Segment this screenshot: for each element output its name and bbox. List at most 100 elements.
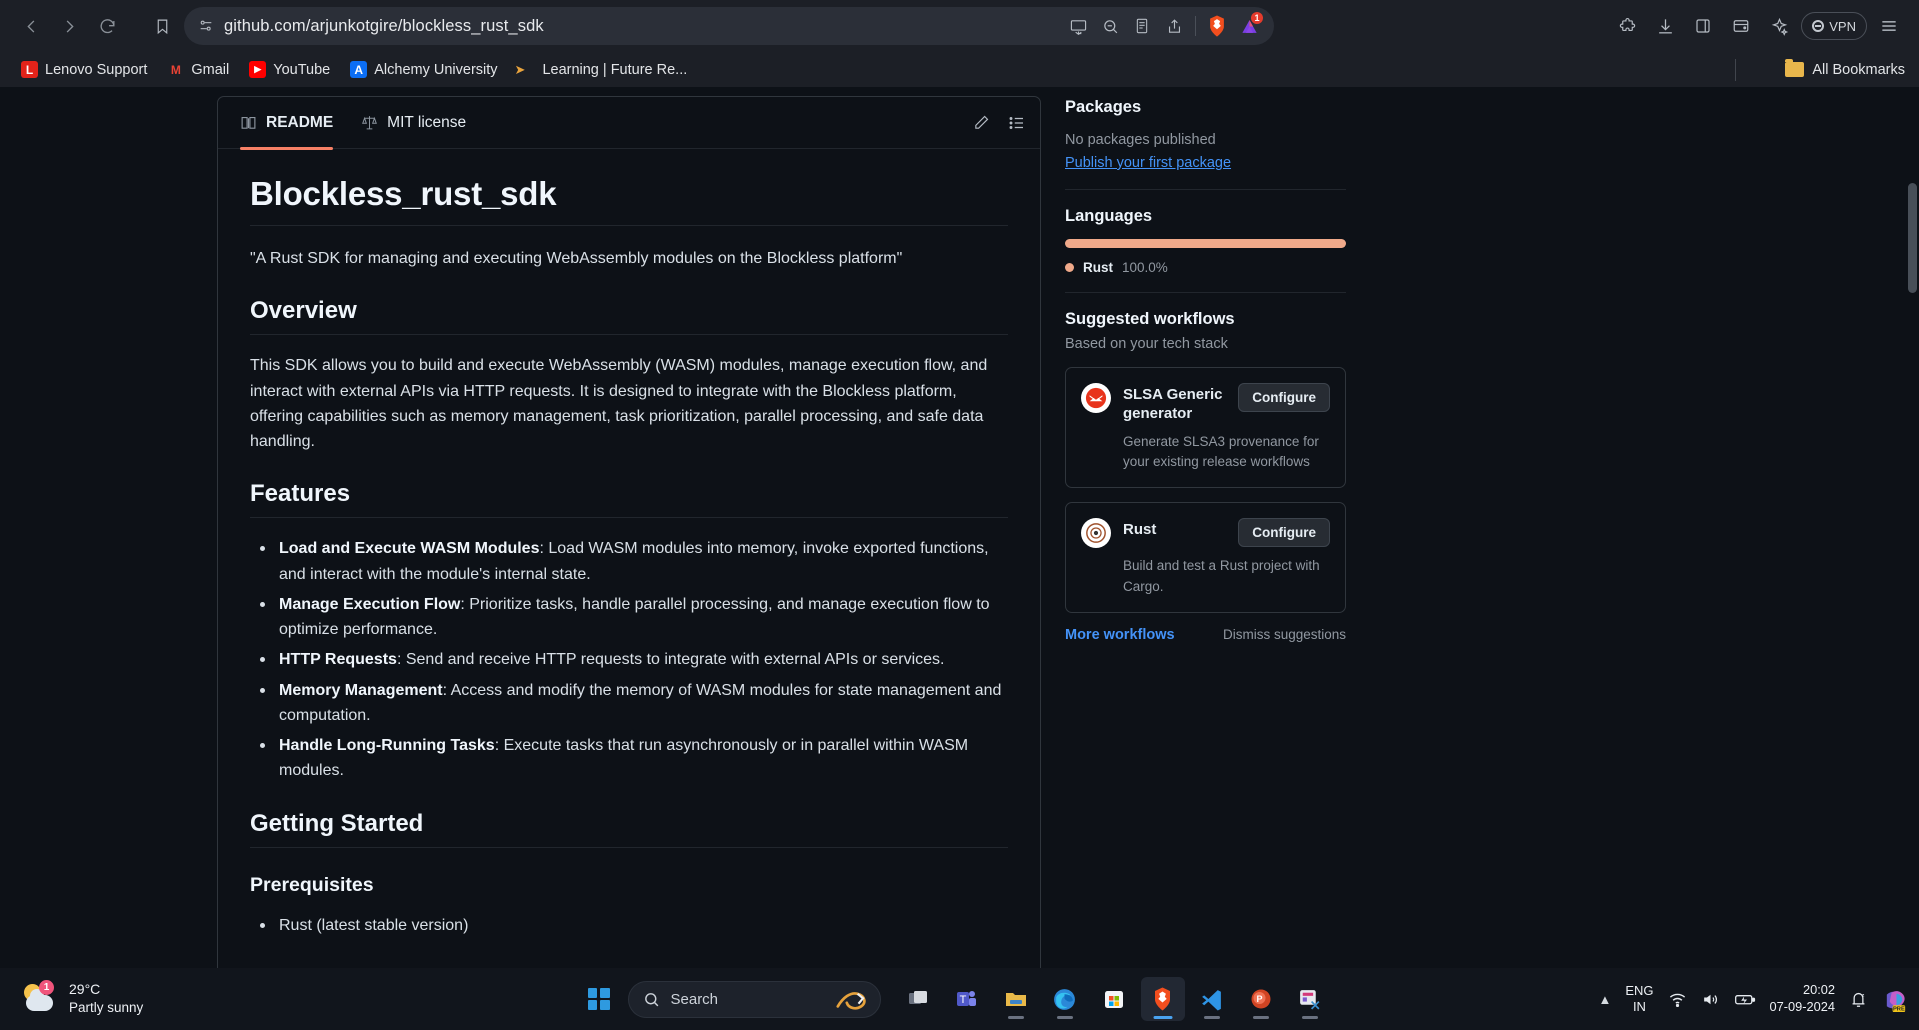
configure-button-slsa[interactable]: Configure bbox=[1238, 382, 1330, 412]
feature-term: Handle Long-Running Tasks bbox=[279, 737, 495, 755]
more-workflows-link[interactable]: More workflows bbox=[1065, 627, 1175, 643]
taskbar-app-snipping-tool[interactable] bbox=[1288, 977, 1332, 1021]
packages-empty-text: No packages published bbox=[1065, 132, 1216, 148]
getting-started-heading: Getting Started bbox=[250, 810, 1008, 848]
features-heading: Features bbox=[250, 480, 1008, 519]
tagline-text: "A Rust SDK for managing and executing W… bbox=[250, 250, 903, 267]
workflow-name: SLSA Generic generator bbox=[1123, 385, 1223, 423]
feature-term: Memory Management bbox=[279, 681, 443, 699]
svg-text:PRE: PRE bbox=[1893, 1006, 1905, 1012]
clock-time: 20:02 bbox=[1802, 982, 1835, 998]
sidebar-toggle-icon[interactable] bbox=[1687, 10, 1719, 42]
list-item: Load and Execute WASM Modules: Load WASM… bbox=[250, 536, 1008, 587]
bookmark-label: Gmail bbox=[191, 61, 230, 78]
packages-title: Packages bbox=[1065, 98, 1142, 116]
url-text[interactable]: github.com/arjunkotgire/blockless_rust_s… bbox=[224, 17, 1053, 36]
taskbar-app-powerpoint[interactable]: P bbox=[1239, 977, 1283, 1021]
browser-menu-icon[interactable] bbox=[1873, 10, 1905, 42]
wallet-icon[interactable] bbox=[1725, 10, 1757, 42]
address-bar[interactable]: github.com/arjunkotgire/blockless_rust_s… bbox=[184, 7, 1274, 45]
extensions-icon[interactable] bbox=[1611, 10, 1643, 42]
edit-pencil-icon[interactable] bbox=[973, 114, 990, 131]
app-running-indicator bbox=[1153, 1016, 1172, 1019]
folder-icon bbox=[1785, 59, 1805, 77]
cast-icon[interactable] bbox=[1063, 11, 1093, 41]
list-item: Memory Management: Access and modify the… bbox=[250, 678, 1008, 729]
copilot-icon[interactable]: PRE bbox=[1882, 986, 1909, 1013]
language-row-rust[interactable]: Rust 100.0% bbox=[1065, 260, 1346, 275]
all-bookmarks-button[interactable]: All Bookmarks bbox=[1785, 59, 1905, 78]
bookmark-alchemy-university[interactable]: A Alchemy University bbox=[341, 57, 506, 82]
vpn-button[interactable]: VPN bbox=[1801, 12, 1867, 40]
bookmark-learning-future[interactable]: Learning | Future Re... bbox=[533, 58, 696, 82]
workflows-footer: More workflows Dismiss suggestions bbox=[1065, 627, 1346, 643]
start-button[interactable] bbox=[587, 988, 610, 1010]
taskbar-app-file-explorer[interactable] bbox=[994, 977, 1038, 1021]
page-scrollbar[interactable] bbox=[1906, 87, 1919, 968]
all-bookmarks-label: All Bookmarks bbox=[1812, 61, 1905, 78]
clock[interactable]: 20:02 07-09-2024 bbox=[1770, 982, 1835, 1015]
feature-term: Manage Execution Flow bbox=[279, 595, 461, 613]
taskbar-app-microsoft-teams[interactable]: T bbox=[945, 977, 989, 1021]
gmail-icon: M bbox=[170, 62, 181, 77]
taskbar-app-task-view[interactable] bbox=[896, 977, 940, 1021]
show-hidden-icons-chevron-icon[interactable]: ▲ bbox=[1598, 992, 1611, 1007]
features-list: Load and Execute WASM Modules: Load WASM… bbox=[250, 536, 1008, 783]
omnibox-actions: 1 bbox=[1063, 11, 1264, 41]
bookmark-youtube[interactable]: ▶ YouTube bbox=[240, 57, 339, 82]
taskbar-app-microsoft-store[interactable] bbox=[1092, 977, 1136, 1021]
search-input[interactable]: Search bbox=[627, 980, 881, 1018]
bookmark-icon[interactable] bbox=[146, 10, 178, 42]
brave-shields-icon[interactable] bbox=[1202, 11, 1232, 41]
scrollbar-thumb[interactable] bbox=[1908, 183, 1917, 293]
bookmark-lenovo-support[interactable]: L Lenovo Support bbox=[12, 57, 156, 82]
tab-mit-license[interactable]: MIT license bbox=[347, 97, 480, 149]
overview-heading: Overview bbox=[250, 297, 1008, 336]
outline-list-icon[interactable] bbox=[1008, 114, 1026, 132]
share-icon[interactable] bbox=[1159, 11, 1189, 41]
bookmark-label: YouTube bbox=[273, 61, 331, 78]
taskbar-app-visual-studio-code[interactable] bbox=[1190, 977, 1234, 1021]
wifi-icon[interactable] bbox=[1668, 990, 1687, 1009]
language-percent: 100.0% bbox=[1122, 259, 1168, 275]
publish-package-link[interactable]: Publish your first package bbox=[1065, 155, 1231, 171]
feature-term: Load and Execute WASM Modules bbox=[279, 540, 540, 558]
configure-button-rust[interactable]: Configure bbox=[1238, 518, 1330, 548]
notifications-bell-icon[interactable]: z bbox=[1849, 990, 1868, 1009]
downloads-icon[interactable] bbox=[1649, 10, 1681, 42]
back-button[interactable] bbox=[14, 9, 48, 43]
battery-icon[interactable] bbox=[1734, 990, 1756, 1009]
readme-card: README MIT license Blockless_rust_sdk "A… bbox=[217, 96, 1041, 968]
reading-list-icon[interactable] bbox=[1127, 11, 1157, 41]
reload-button[interactable] bbox=[90, 9, 124, 43]
page-content: README MIT license Blockless_rust_sdk "A… bbox=[0, 87, 1919, 968]
taskbar-app-brave-browser[interactable] bbox=[1140, 977, 1185, 1021]
weather-widget[interactable]: 1 29°C Partly sunny bbox=[0, 979, 143, 1016]
windows-taskbar: 1 29°C Partly sunny Search T P ▲ ENG IN … bbox=[0, 968, 1919, 1030]
app-running-indicator bbox=[1056, 1016, 1073, 1019]
tab-readme[interactable]: README bbox=[226, 97, 347, 150]
volume-icon[interactable] bbox=[1701, 990, 1720, 1009]
taskbar-app-microsoft-edge[interactable] bbox=[1043, 977, 1087, 1021]
toolbar-divider bbox=[1195, 16, 1196, 36]
weather-temp: 29°C bbox=[69, 981, 101, 998]
language-bar[interactable] bbox=[1065, 238, 1346, 248]
language-indicator[interactable]: ENG IN bbox=[1625, 983, 1653, 1016]
dismiss-suggestions-link[interactable]: Dismiss suggestions bbox=[1223, 627, 1346, 642]
cursor-swirl-icon bbox=[835, 991, 866, 1010]
forward-button[interactable] bbox=[52, 9, 86, 43]
tab-label: README bbox=[266, 113, 334, 131]
zoom-out-icon[interactable] bbox=[1095, 11, 1125, 41]
search-placeholder: Search bbox=[670, 990, 719, 1008]
prerequisite-text: Rust (latest stable version) bbox=[279, 916, 469, 934]
workflow-description: Build and test a Rust project with Cargo… bbox=[1123, 558, 1320, 594]
vpn-status-icon bbox=[1812, 20, 1825, 32]
bookmark-gmail[interactable]: M Gmail bbox=[158, 57, 238, 82]
brave-rewards-icon[interactable]: 1 bbox=[1234, 11, 1264, 41]
site-settings-icon[interactable] bbox=[198, 18, 214, 34]
bookmark-chevron-icon: ➤ bbox=[514, 61, 526, 77]
leo-ai-icon[interactable] bbox=[1763, 10, 1795, 42]
youtube-icon: ▶ bbox=[249, 61, 267, 78]
languages-title: Languages bbox=[1065, 206, 1153, 225]
bookmarks-divider bbox=[1735, 58, 1736, 81]
